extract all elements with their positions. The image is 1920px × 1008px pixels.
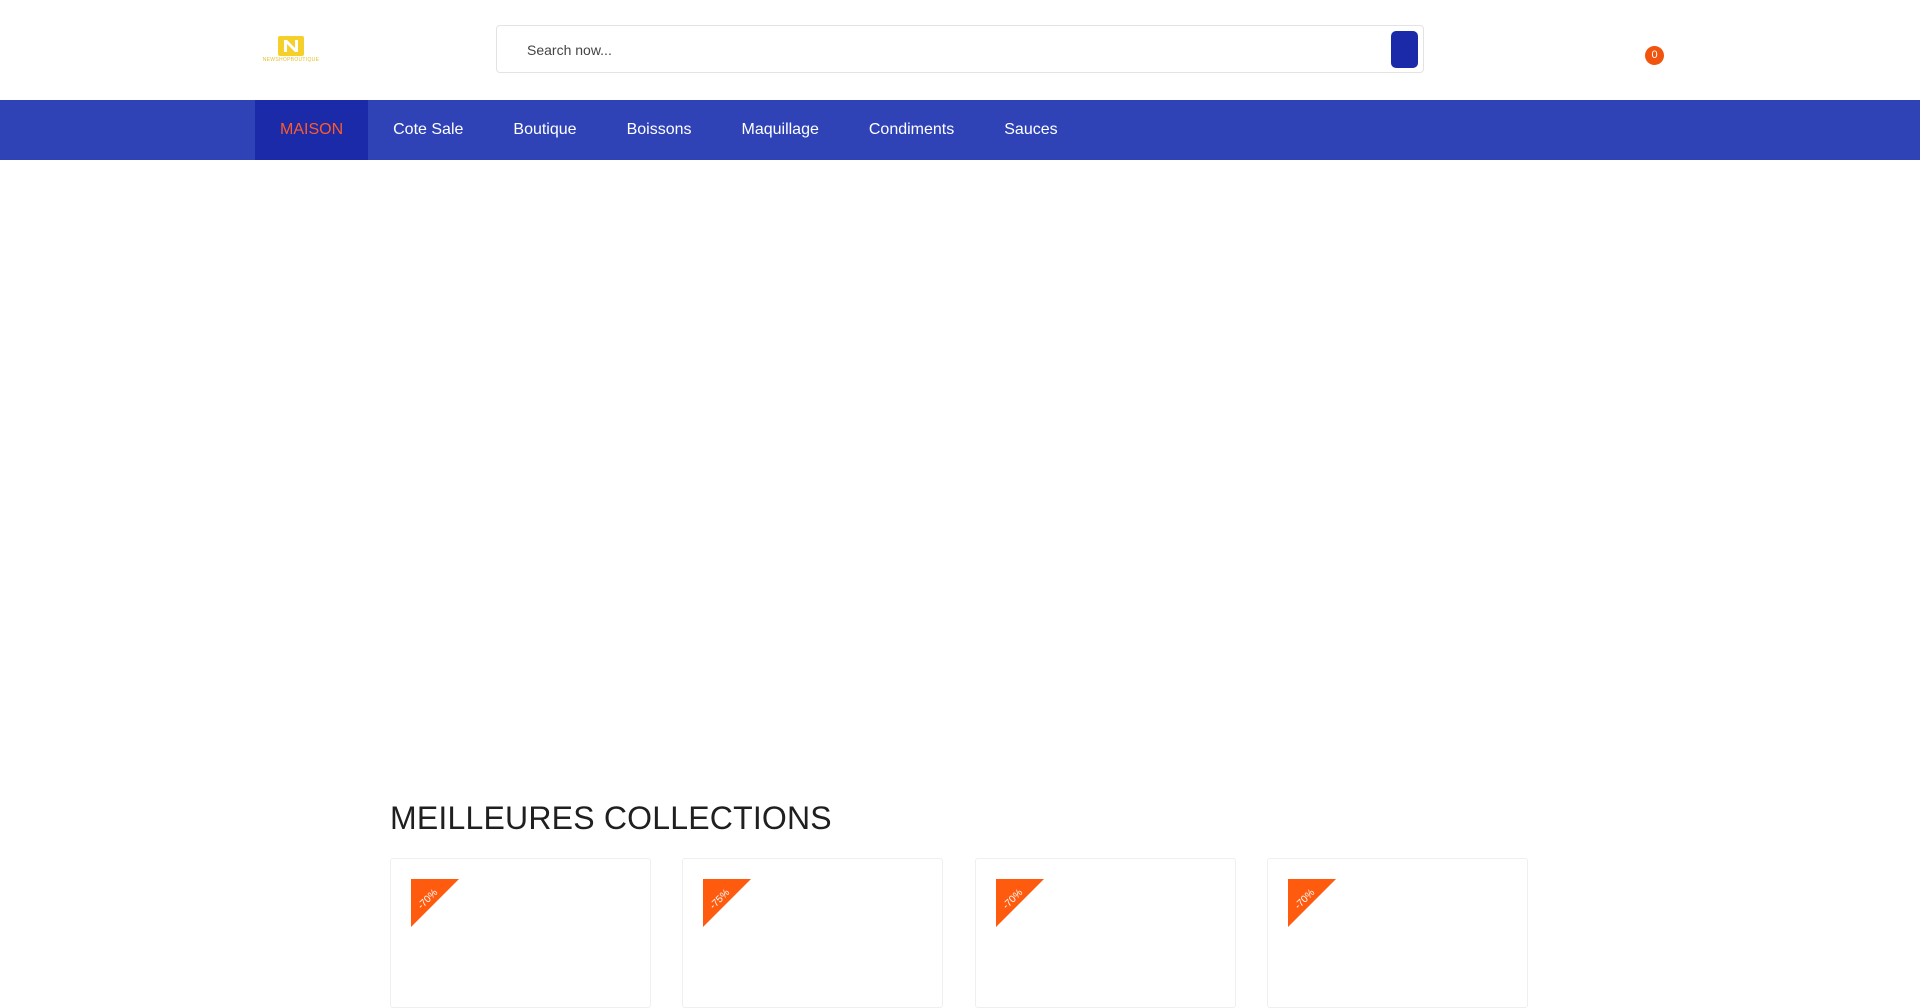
cart-count-badge: 0 — [1645, 46, 1664, 65]
discount-badge: -70% — [1288, 879, 1336, 927]
nav-item-maison[interactable]: MAISON — [255, 100, 369, 160]
nav-item-boutique[interactable]: Boutique — [488, 100, 601, 160]
section-title: MEILLEURES COLLECTIONS — [390, 800, 832, 836]
search-bar — [496, 25, 1424, 74]
nav-item-condiments[interactable]: Condiments — [844, 100, 979, 160]
logo-text: NEWSHOPBOUTIQUE — [262, 57, 320, 63]
nav-item-maquillage[interactable]: Maquillage — [716, 100, 843, 160]
nav-item-boissons[interactable]: Boissons — [602, 100, 717, 160]
search-button[interactable] — [1391, 31, 1418, 68]
nav-item-sauces[interactable]: Sauces — [979, 100, 1082, 160]
product-card[interactable]: -70% — [390, 858, 651, 1008]
main-nav: MAISON Cote Sale Boutique Boissons Maqui… — [0, 100, 1920, 160]
nav-item-cote-sale[interactable]: Cote Sale — [368, 100, 488, 160]
discount-badge: -70% — [411, 879, 459, 927]
hero-banner — [0, 160, 1920, 780]
search-input[interactable] — [525, 26, 1349, 74]
site-header: NEWSHOPBOUTIQUE 0 — [0, 0, 1920, 100]
product-card[interactable]: -70% — [975, 858, 1236, 1008]
product-card[interactable]: -75% — [682, 858, 943, 1008]
discount-badge: -75% — [703, 879, 751, 927]
site-logo[interactable]: NEWSHOPBOUTIQUE — [255, 36, 327, 64]
product-card[interactable]: -70% — [1267, 858, 1528, 1008]
logo-mark — [278, 36, 304, 56]
discount-badge: -70% — [996, 879, 1044, 927]
